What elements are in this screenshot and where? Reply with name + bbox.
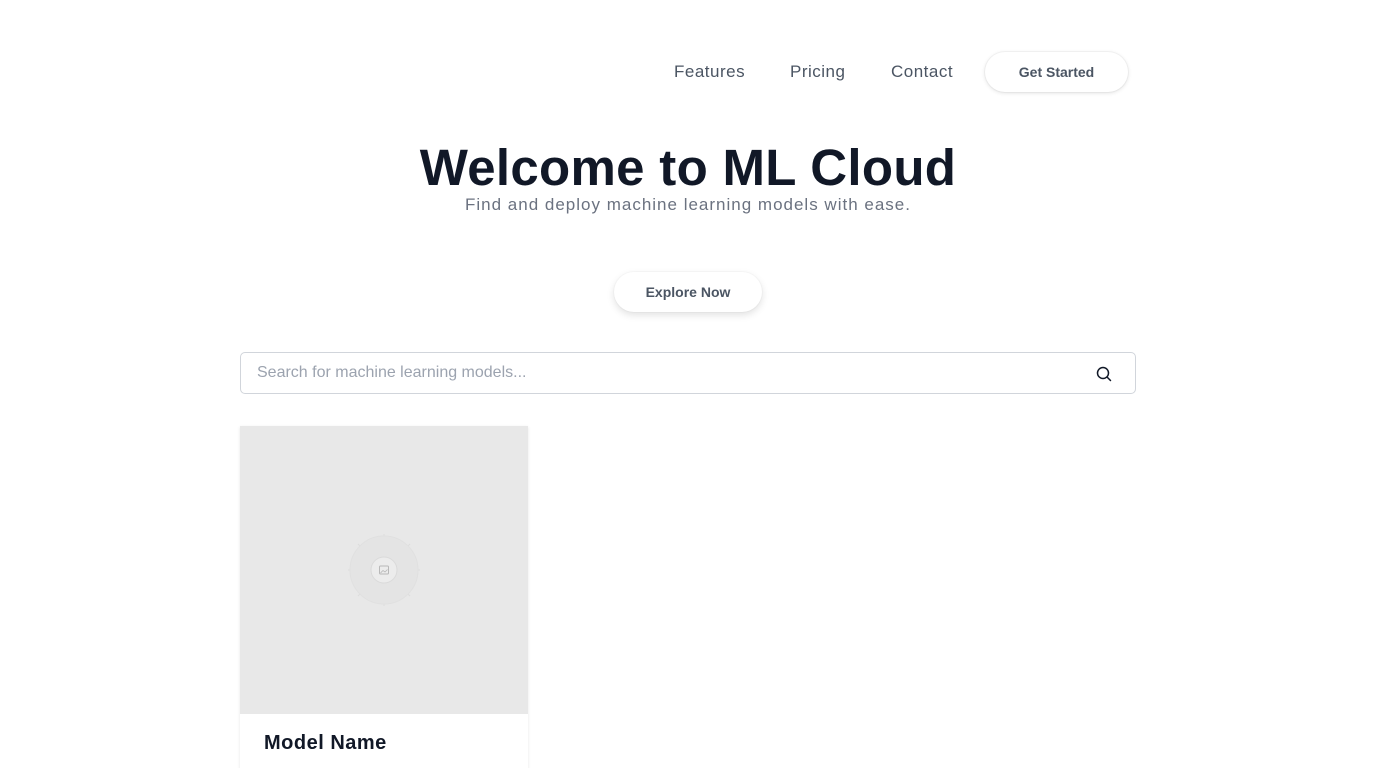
nav-link-features[interactable]: Features [674, 62, 745, 82]
get-started-button[interactable]: Get Started [985, 52, 1128, 92]
search-input[interactable] [241, 353, 1081, 393]
model-card-title: Model Name [264, 732, 387, 754]
nav-link-pricing[interactable]: Pricing [790, 62, 845, 82]
image-placeholder-icon [344, 530, 424, 610]
top-nav: Features Pricing Contact Get Started [0, 52, 1376, 92]
hero-subtitle: Find and deploy machine learning models … [465, 195, 911, 214]
search-bar [240, 352, 1136, 394]
nav-link-contact[interactable]: Contact [891, 62, 953, 82]
page: Features Pricing Contact Get Started Wel… [0, 0, 1376, 768]
search-icon[interactable] [1095, 365, 1113, 383]
hero-title: Welcome to ML Cloud [419, 139, 957, 196]
model-card[interactable]: Model Name [240, 426, 528, 768]
explore-now-button[interactable]: Explore Now [614, 272, 762, 312]
model-card-image [240, 426, 528, 714]
